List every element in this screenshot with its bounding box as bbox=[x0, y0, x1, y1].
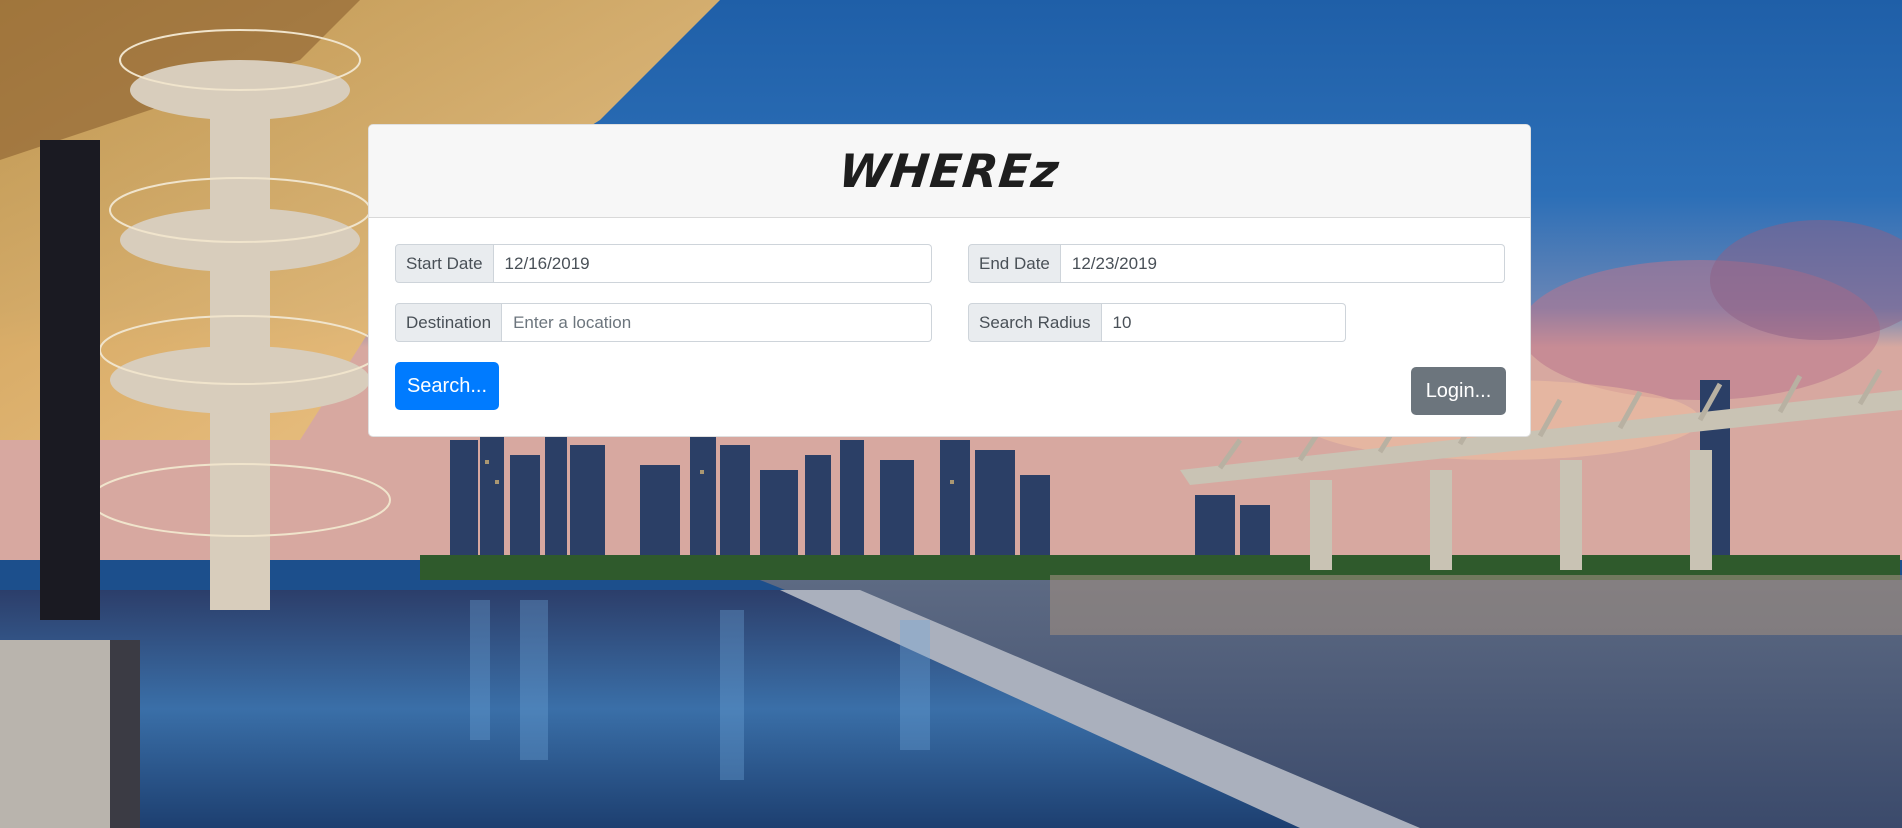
search-radius-input[interactable] bbox=[1101, 303, 1346, 342]
search-radius-label: Search Radius bbox=[968, 303, 1102, 342]
end-date-group: End Date bbox=[968, 244, 1505, 283]
start-date-label: Start Date bbox=[395, 244, 494, 283]
login-button[interactable]: Login... bbox=[1411, 367, 1506, 415]
end-date-label: End Date bbox=[968, 244, 1061, 283]
destination-group: Destination bbox=[395, 303, 932, 342]
destination-input[interactable] bbox=[502, 303, 932, 342]
card-header: WHEREz bbox=[369, 125, 1530, 218]
start-date-input[interactable] bbox=[493, 244, 932, 283]
start-date-group: Start Date bbox=[395, 244, 932, 283]
destination-label: Destination bbox=[395, 303, 503, 342]
card-body: Start Date End Date Destination Search R… bbox=[369, 218, 1530, 436]
search-card: WHEREz Start Date End Date Destination S… bbox=[368, 124, 1531, 437]
end-date-input[interactable] bbox=[1060, 244, 1505, 283]
search-radius-group: Search Radius bbox=[968, 303, 1346, 342]
app-logo: WHEREz bbox=[836, 144, 1063, 198]
search-button[interactable]: Search... bbox=[395, 362, 499, 410]
